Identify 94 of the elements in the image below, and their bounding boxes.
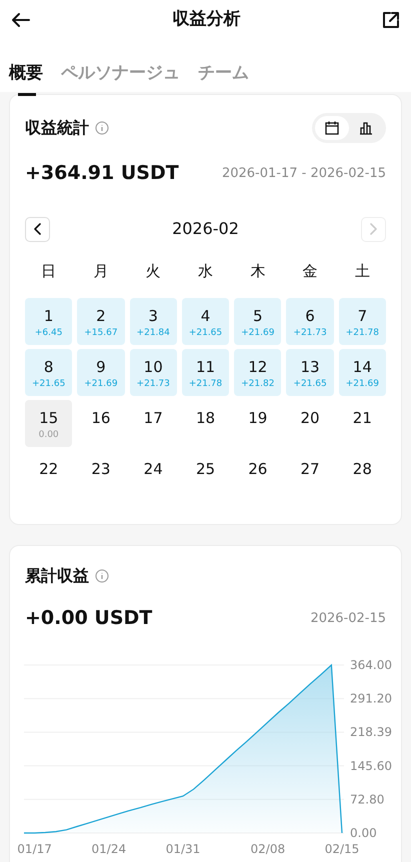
month-label: 2026-02 (172, 218, 239, 240)
weekday-label: 水 (196, 260, 214, 282)
day-cell[interactable]: 10 +21.73 (130, 349, 177, 396)
weekday-label: 金 (302, 260, 319, 282)
day-number: 23 (91, 461, 110, 478)
bar-chart-icon (358, 120, 374, 136)
x-axis-label: 01/31 (166, 842, 200, 856)
y-axis-label: 364.00 (350, 658, 392, 672)
day-number: 11 (196, 359, 216, 376)
section-title: 累計収益 (25, 565, 89, 587)
day-number: 24 (144, 461, 163, 478)
day-number: 6 (305, 308, 315, 325)
day-earnings: 0.00 (38, 429, 59, 441)
day-number: 1 (44, 308, 54, 325)
day-number: 20 (300, 410, 320, 427)
day-number: 10 (144, 359, 163, 376)
day-cell[interactable]: 7 +21.78 (338, 298, 386, 345)
day-cell[interactable]: 3 +21.84 (130, 298, 177, 345)
y-axis-label: 291.20 (350, 691, 392, 706)
day-number: 13 (300, 359, 320, 376)
page-title: 収益分析 (172, 8, 240, 32)
day-cell[interactable]: 2 +15.67 (77, 298, 125, 345)
day-earnings: +21.69 (84, 378, 118, 390)
day-earnings: +21.65 (32, 378, 66, 390)
weekday-label: 火 (144, 260, 162, 282)
date-range: 2026-01-17 - 2026-02-15 (222, 164, 386, 182)
weekday-label: 土 (354, 260, 371, 282)
total-earnings: +0.00 USDT (25, 606, 152, 631)
day-number: 16 (91, 410, 110, 427)
day-number: 7 (358, 308, 368, 325)
day-number: 25 (196, 461, 216, 478)
day-earnings: +21.65 (293, 378, 327, 390)
date-label: 2026-02-15 (310, 610, 386, 628)
info-icon (95, 569, 109, 583)
total-earnings: +364.91 USDT (25, 161, 179, 186)
day-earnings: +21.84 (136, 327, 170, 339)
x-axis-label: 01/24 (92, 842, 126, 856)
day-earnings: +21.78 (188, 378, 222, 390)
day-number: 9 (96, 359, 106, 376)
back-arrow-icon (10, 10, 32, 30)
day-number: 3 (148, 308, 158, 325)
day-earnings: +21.82 (241, 378, 274, 390)
day-number: 28 (352, 461, 372, 478)
chevron-right-icon (368, 223, 378, 235)
view-option[interactable] (315, 116, 349, 140)
x-axis-label: 01/17 (17, 842, 52, 856)
day-cell[interactable]: 13 +21.65 (286, 349, 334, 396)
info-icon (95, 121, 109, 135)
day-number: 21 (352, 410, 372, 427)
day-cell[interactable]: 9 +21.69 (77, 349, 125, 396)
day-cell[interactable]: 4 +21.65 (182, 298, 230, 345)
day-number: 2 (96, 308, 106, 325)
day-earnings: +21.78 (346, 327, 379, 339)
day-number: 22 (39, 461, 58, 478)
day-number: 14 (352, 359, 372, 376)
day-cell[interactable]: 6 +21.73 (286, 298, 334, 345)
x-axis-label: 02/15 (324, 842, 360, 856)
day-earnings: +21.69 (346, 378, 379, 390)
day-number: 26 (248, 461, 268, 478)
day-number: 18 (196, 410, 216, 427)
day-number: 8 (44, 359, 54, 376)
day-cell[interactable]: 14 +21.69 (338, 349, 386, 396)
day-earnings: +21.73 (136, 378, 170, 390)
day-number: 4 (200, 308, 210, 325)
day-cell[interactable]: 11 +21.78 (182, 349, 230, 396)
calendar-icon (324, 120, 340, 136)
day-cell[interactable]: 12 +21.82 (234, 349, 282, 396)
weekday-label: 日 (40, 260, 58, 282)
month-nav-button[interactable] (25, 216, 50, 242)
day-number: 17 (144, 410, 163, 427)
chevron-left-icon (32, 223, 42, 235)
day-earnings: +21.65 (188, 327, 222, 339)
external-link-icon (381, 10, 401, 30)
day-number: 12 (248, 359, 268, 376)
day-cell[interactable]: 1 +6.45 (25, 298, 72, 345)
day-cell[interactable]: 8 +21.65 (25, 349, 72, 396)
day-earnings: +15.67 (84, 327, 118, 339)
y-axis-label: 72.80 (350, 792, 384, 806)
day-number: 27 (300, 461, 320, 478)
section-title: 収益統計 (25, 117, 89, 139)
y-axis-label: 218.39 (350, 724, 392, 739)
day-earnings: +6.45 (34, 327, 62, 339)
weekday-label: 月 (92, 260, 110, 282)
day-number: 15 (39, 410, 58, 427)
day-earnings: +21.73 (293, 327, 327, 339)
day-cell[interactable]: 15 0.00 (25, 400, 72, 447)
y-axis-label: 0.00 (350, 826, 377, 840)
day-cell[interactable]: 5 +21.69 (234, 298, 282, 345)
day-number: 19 (248, 410, 268, 427)
day-earnings: +21.69 (241, 327, 274, 339)
x-axis-label: 02/08 (250, 842, 286, 856)
weekday-label: 木 (249, 260, 266, 282)
y-axis-label: 145.60 (350, 758, 392, 772)
day-number: 5 (253, 308, 263, 325)
